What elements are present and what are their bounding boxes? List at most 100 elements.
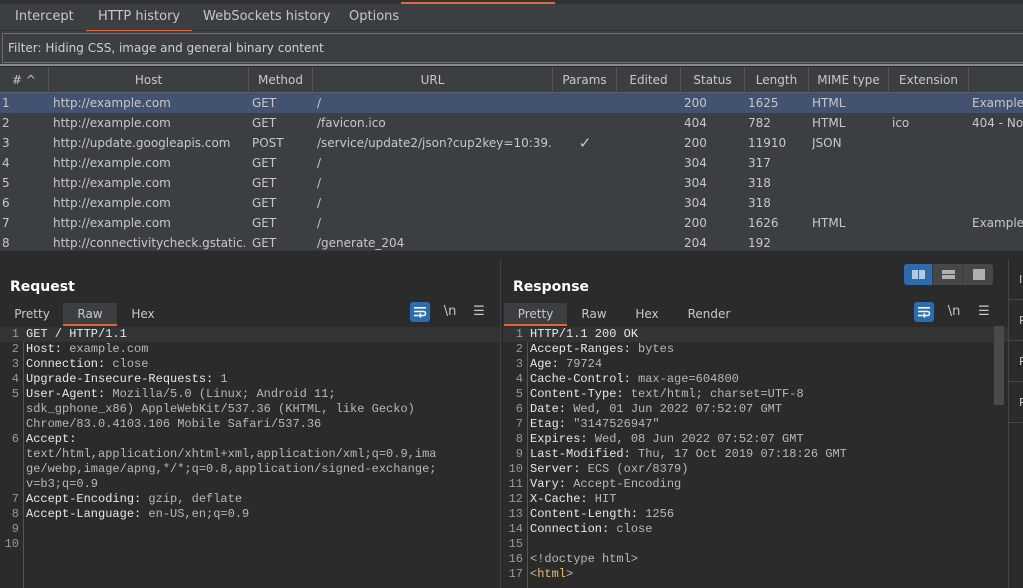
layout-stacked-button[interactable] bbox=[934, 264, 963, 285]
row-number: 3 bbox=[2, 136, 10, 150]
column-header-url[interactable]: URL bbox=[313, 67, 553, 93]
request-tab-raw[interactable]: Raw bbox=[63, 303, 117, 326]
row-status: 304 bbox=[684, 196, 707, 210]
column-header-length[interactable]: Length bbox=[745, 67, 809, 93]
row-host: http://example.com bbox=[53, 156, 171, 170]
show-newlines-icon[interactable]: \n bbox=[944, 302, 964, 322]
split-divider[interactable] bbox=[0, 250, 1023, 259]
row-host: http://example.com bbox=[53, 116, 171, 130]
line-number: 9 bbox=[11, 522, 19, 536]
header-value: v=b3;q=0.9 bbox=[26, 477, 99, 491]
table-row[interactable]: 2 http://example.com GET/favicon.ico 404 782… bbox=[0, 113, 1023, 133]
row-title: Example bbox=[972, 96, 1023, 110]
inspector-item[interactable]: R bbox=[1009, 382, 1023, 423]
code-text: Host: example.com bbox=[26, 342, 148, 357]
request-tab-pretty[interactable]: Pretty bbox=[6, 303, 58, 326]
header-value: bytes bbox=[630, 342, 675, 356]
tab-http-history[interactable]: HTTP history bbox=[85, 4, 193, 32]
tab-websockets-history[interactable]: WebSockets history bbox=[203, 4, 330, 31]
code-text: text/html,application/xhtml+xml,applicat… bbox=[26, 447, 436, 462]
layout-toggle bbox=[904, 264, 993, 285]
response-tab-raw[interactable]: Raw bbox=[571, 303, 617, 326]
tab-options[interactable]: Options bbox=[349, 4, 399, 31]
column-header-method[interactable]: Method bbox=[249, 67, 313, 93]
wrap-lines-icon[interactable] bbox=[914, 302, 934, 322]
row-length: 1625 bbox=[748, 96, 779, 110]
row-url: / bbox=[317, 216, 322, 230]
columns-icon bbox=[912, 270, 925, 279]
code-text: ge/webp,image/apng,*/*;q=0.8,application… bbox=[26, 462, 436, 477]
header-value: example.com bbox=[62, 342, 149, 356]
header-value: Chrome/83.0.4103.106 Mobile Safari/537.3… bbox=[26, 417, 322, 431]
line-number: 13 bbox=[508, 507, 523, 521]
menu-icon[interactable]: ☰ bbox=[470, 302, 488, 322]
editor-line: 2 Accept-Ranges: bytes bbox=[503, 342, 1009, 357]
code-text: Server: ECS (oxr/8379) bbox=[530, 462, 688, 477]
show-newlines-icon[interactable]: \n bbox=[440, 302, 460, 322]
code-text: sdk_gphone_x86) AppleWebKit/537.36 (KHTM… bbox=[26, 402, 415, 417]
row-method: GET bbox=[252, 176, 277, 190]
layout-single-button[interactable] bbox=[964, 264, 993, 285]
column-header-number[interactable]: # ^ bbox=[0, 67, 49, 93]
inspector-item[interactable]: I bbox=[1009, 259, 1023, 300]
row-host: http://example.com bbox=[53, 196, 171, 210]
header-value: sdk_gphone_x86) AppleWebKit/537.36 (KHTM… bbox=[26, 402, 415, 416]
tab-intercept[interactable]: Intercept bbox=[15, 4, 74, 31]
editor-line: 7 Accept-Encoding: gzip, deflate bbox=[0, 492, 500, 507]
row-host: http://example.com bbox=[53, 96, 171, 110]
table-row[interactable]: 1 http://example.com GET / 200 1625 HTML Exampl… bbox=[0, 93, 1023, 113]
editor-line: 10 bbox=[0, 537, 500, 552]
row-method: POST bbox=[252, 136, 284, 150]
column-header-params[interactable]: Params bbox=[553, 67, 617, 93]
column-header-extension[interactable]: Extension bbox=[889, 67, 969, 93]
header-name: Age: bbox=[530, 357, 559, 371]
table-row[interactable]: 8 http://connectivitycheck.gstatic.c... GE… bbox=[0, 233, 1023, 250]
layout-side-by-side-button[interactable] bbox=[904, 264, 933, 285]
line-number: 3 bbox=[11, 357, 19, 371]
line-number: 1 bbox=[11, 327, 19, 341]
header-name: GET / HTTP/1.1 bbox=[26, 327, 127, 341]
request-tab-hex[interactable]: Hex bbox=[120, 303, 166, 326]
row-url: / bbox=[317, 156, 322, 170]
line-number: 1 bbox=[515, 327, 523, 341]
column-header-mime-type[interactable]: MIME type bbox=[809, 67, 889, 93]
inspector-item[interactable]: R bbox=[1009, 341, 1023, 382]
header-name: Upgrade-Insecure-Requests: bbox=[26, 372, 214, 386]
column-header-title[interactable] bbox=[969, 67, 1023, 93]
scrollbar-thumb[interactable] bbox=[994, 326, 1004, 405]
table-row[interactable]: 6 http://example.com GET / 304 318 bbox=[0, 193, 1023, 213]
column-header-status[interactable]: Status bbox=[681, 67, 745, 93]
row-length: 317 bbox=[748, 156, 771, 170]
table-row[interactable]: 5 http://example.com GET / 304 318 bbox=[0, 173, 1023, 193]
menu-icon[interactable]: ☰ bbox=[975, 302, 993, 322]
response-vertical-scrollbar[interactable] bbox=[994, 326, 1004, 588]
table-row[interactable]: 7 http://example.com GET / 200 1626 HTML Exampl… bbox=[0, 213, 1023, 233]
editor-line: 8 Expires: Wed, 08 Jun 2022 07:52:07 GMT bbox=[503, 432, 1009, 447]
response-tab-pretty[interactable]: Pretty bbox=[504, 303, 567, 326]
response-tab-hex[interactable]: Hex bbox=[625, 303, 669, 326]
header-value: ge/webp,image/apng,*/*;q=0.8,application… bbox=[26, 462, 437, 476]
response-tab-render[interactable]: Render bbox=[681, 303, 737, 326]
row-number: 4 bbox=[2, 156, 10, 170]
line-number: 4 bbox=[515, 372, 523, 386]
header-name: Connection: bbox=[530, 522, 610, 536]
wrap-lines-icon[interactable] bbox=[410, 302, 430, 322]
inspector-item[interactable]: R bbox=[1009, 300, 1023, 341]
header-value: en-US,en;q=0.9 bbox=[141, 507, 250, 521]
filter-input[interactable]: Filter: Hiding CSS, image and general bi… bbox=[2, 33, 1023, 63]
header-name: Host: bbox=[26, 342, 63, 356]
single-pane-icon bbox=[973, 269, 985, 280]
code-text: Cache-Control: max-age=604800 bbox=[530, 372, 739, 387]
row-url: /generate_204 bbox=[317, 236, 405, 250]
response-editor[interactable]: 1 HTTP/1.1 200 OK 2 Accept-Ranges: bytes 3 Ag… bbox=[503, 327, 1009, 588]
proxy-subtabs: Intercept HTTP history WebSockets histor… bbox=[0, 4, 1023, 32]
row-mime-type: HTML bbox=[812, 216, 846, 230]
column-header-host[interactable]: Host bbox=[49, 67, 249, 93]
code-text: Chrome/83.0.4103.106 Mobile Safari/537.3… bbox=[26, 417, 321, 432]
code-text: Last-Modified: Thu, 17 Oct 2019 07:18:26… bbox=[530, 447, 847, 462]
header-name: Accept-Language: bbox=[26, 507, 142, 521]
table-row[interactable]: 4 http://example.com GET / 304 317 bbox=[0, 153, 1023, 173]
column-header-edited[interactable]: Edited bbox=[617, 67, 681, 93]
table-row[interactable]: 3 http://update.googleapis.com POST/servic… bbox=[0, 133, 1023, 153]
request-editor[interactable]: 1 GET / HTTP/1.1 2 Host: example.com 3 Connec… bbox=[0, 327, 500, 588]
